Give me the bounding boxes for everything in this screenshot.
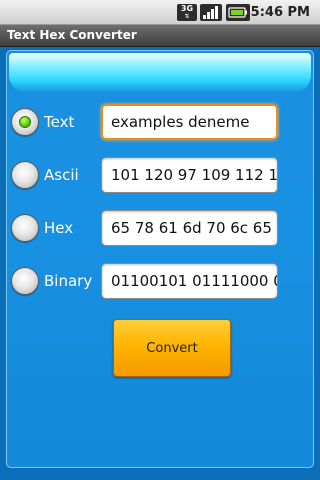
binary-input[interactable] xyxy=(102,264,277,298)
text-input[interactable] xyxy=(103,106,276,138)
radio-label-text: Text xyxy=(44,113,75,131)
signal-strength-icon xyxy=(200,4,222,21)
text-field-container xyxy=(101,104,278,140)
radio-selected-indicator xyxy=(19,116,31,128)
ascii-input[interactable] xyxy=(102,158,277,192)
main-panel: Text Ascii Hex Binary Conv xyxy=(0,47,320,480)
radio-ascii[interactable] xyxy=(11,161,39,189)
radio-label-ascii: Ascii xyxy=(44,166,79,184)
data-arrows-icon: ⇅ xyxy=(184,13,190,20)
radio-binary[interactable] xyxy=(11,267,39,295)
hex-field-container xyxy=(101,210,278,246)
row-hex: Hex xyxy=(0,209,320,249)
row-text: Text xyxy=(0,103,320,143)
radio-label-binary: Binary xyxy=(44,272,93,290)
radio-text[interactable] xyxy=(11,108,39,136)
app-title: Text Hex Converter xyxy=(7,28,137,42)
binary-field-container xyxy=(101,263,278,299)
radio-hex[interactable] xyxy=(11,214,39,242)
network-3g-icon: 3G ⇅ xyxy=(177,4,197,21)
convert-button[interactable]: Convert xyxy=(113,319,231,377)
row-binary: Binary xyxy=(0,262,320,302)
header-glow xyxy=(9,53,311,93)
hex-input[interactable] xyxy=(102,211,277,245)
battery-icon xyxy=(226,4,250,21)
network-label: 3G xyxy=(180,4,194,13)
clock: 5:46 PM xyxy=(250,5,310,20)
title-bar: Text Hex Converter xyxy=(0,25,320,47)
radio-label-hex: Hex xyxy=(44,219,74,237)
row-ascii: Ascii xyxy=(0,156,320,196)
phone-screen: 3G ⇅ 5:46 PM Text Hex Converter Text exa… xyxy=(0,0,320,480)
status-bar: 3G ⇅ 5:46 PM xyxy=(0,0,320,25)
ascii-field-container xyxy=(101,157,278,193)
